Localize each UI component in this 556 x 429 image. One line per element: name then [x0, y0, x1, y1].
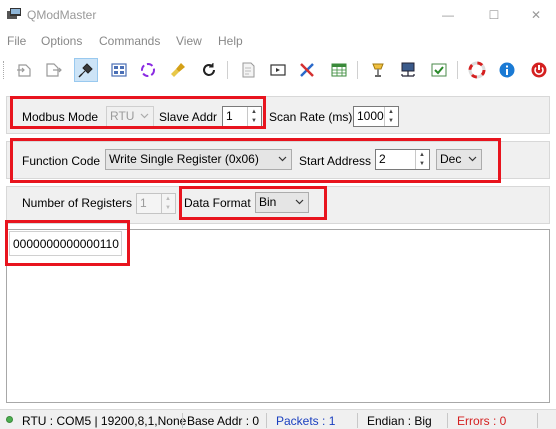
status-separator [182, 413, 183, 428]
plug-icon[interactable] [74, 58, 98, 82]
chevron-down-icon [468, 156, 477, 162]
number-of-registers-label: Number of Registers [22, 196, 133, 210]
number-of-registers-arrows: ▲ ▼ [161, 194, 175, 213]
start-address-arrows[interactable]: ▲ ▼ [415, 150, 429, 169]
table-icon[interactable] [327, 58, 351, 82]
chevron-down-icon [140, 113, 149, 119]
title-bar: QModMaster — ☐ ✕ [0, 0, 556, 30]
address-format-select[interactable]: Dec [436, 149, 482, 170]
exit-icon[interactable] [527, 58, 551, 82]
bus-monitor-icon[interactable] [266, 58, 290, 82]
menu-help[interactable]: Help [218, 34, 243, 48]
connection-led [6, 416, 13, 423]
function-code-value: Write Single Register (0x06) [109, 152, 259, 166]
toolbar-separator [357, 61, 358, 79]
chevron-down-icon [295, 199, 304, 205]
maximize-button[interactable]: ☐ [474, 0, 514, 30]
data-format-select[interactable]: Bin [255, 192, 309, 213]
modbus-mode-select: RTU [106, 106, 154, 127]
read-write-icon[interactable] [107, 58, 131, 82]
help-icon[interactable] [465, 58, 489, 82]
scan-rate-arrows[interactable]: ▲ ▼ [384, 107, 398, 126]
start-address-spinbox[interactable]: 2 ▲ ▼ [375, 149, 430, 170]
status-separator [447, 413, 448, 428]
minimize-button[interactable]: — [428, 0, 468, 30]
menu-file[interactable]: File [7, 34, 26, 48]
status-separator [357, 413, 358, 428]
number-of-registers-value: 1 [140, 196, 147, 210]
register-cell[interactable]: 0000000000000110 [9, 231, 122, 256]
tools-icon[interactable] [295, 58, 319, 82]
slave-addr-arrows[interactable]: ▲ ▼ [247, 107, 261, 126]
scan-rate-label: Scan Rate (ms) [269, 110, 353, 124]
menu-options[interactable]: Options [41, 34, 82, 48]
close-button[interactable]: ✕ [516, 0, 556, 30]
clear-icon[interactable] [167, 58, 191, 82]
connection-status: RTU : COM5 | 19200,8,1,None [22, 414, 187, 428]
toolbar-separator [227, 61, 228, 79]
disconnect-icon[interactable] [41, 58, 65, 82]
reset-icon[interactable] [197, 58, 221, 82]
packets-status: Packets : 1 [276, 414, 336, 428]
toolbar-separator [457, 61, 458, 79]
function-code-select[interactable]: Write Single Register (0x06) [105, 149, 292, 170]
register-value: 0000000000000110 [13, 237, 119, 251]
address-format-value: Dec [440, 152, 462, 166]
checkbox-icon[interactable] [427, 58, 451, 82]
settings-icon[interactable] [366, 58, 390, 82]
toolbar [0, 56, 556, 84]
app-icon [7, 8, 21, 19]
window-title: QModMaster [27, 8, 97, 22]
status-separator [266, 413, 267, 428]
start-address-value: 2 [379, 152, 386, 166]
scan-rate-spinbox[interactable]: 1000 ▲ ▼ [353, 106, 399, 127]
status-separator [537, 413, 538, 428]
info-icon[interactable] [495, 58, 519, 82]
number-of-registers-spinbox: 1 ▲ ▼ [136, 193, 176, 214]
scan-icon[interactable] [136, 58, 160, 82]
scan-rate-value: 1000 [357, 109, 384, 123]
base-addr-status: Base Addr : 0 [187, 414, 260, 428]
start-address-label: Start Address [299, 154, 372, 168]
errors-status: Errors : 0 [457, 414, 507, 428]
menu-commands[interactable]: Commands [99, 34, 160, 48]
modbus-mode-label: Modbus Mode [22, 110, 99, 124]
slave-addr-value: 1 [226, 109, 233, 123]
data-format-label: Data Format [184, 196, 251, 210]
connect-icon[interactable] [13, 58, 37, 82]
menu-bar: File Options Commands View Help [0, 32, 556, 52]
menu-view[interactable]: View [176, 34, 202, 48]
log-icon[interactable] [236, 58, 260, 82]
status-bar: RTU : COM5 | 19200,8,1,None Base Addr : … [0, 409, 556, 429]
function-code-label: Function Code [22, 154, 101, 168]
chevron-down-icon [278, 156, 287, 162]
slave-addr-spinbox[interactable]: 1 ▲ ▼ [222, 106, 262, 127]
modbus-mode-value: RTU [110, 109, 135, 123]
toolbar-grip[interactable] [3, 61, 6, 79]
network-icon[interactable] [396, 58, 420, 82]
endian-status: Endian : Big [367, 414, 432, 428]
data-format-value: Bin [259, 195, 277, 209]
slave-addr-label: Slave Addr [159, 110, 218, 124]
